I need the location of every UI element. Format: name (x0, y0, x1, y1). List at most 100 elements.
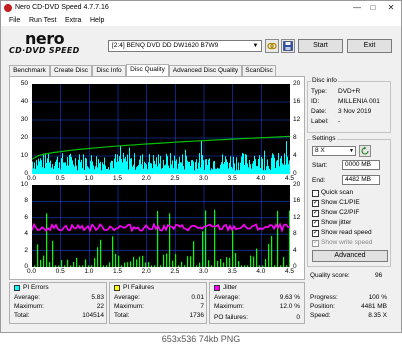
tab-disc-quality[interactable]: Disc Quality (126, 64, 169, 76)
pi-failure-bar (229, 257, 231, 267)
option-checkbox-5: ✓ Show write speed (312, 239, 382, 248)
pi-error-bar (119, 156, 120, 174)
tab-benchmark[interactable]: Benchmark (9, 65, 50, 76)
save-button[interactable] (281, 39, 295, 53)
pi-failure-bar (133, 256, 135, 267)
close-button[interactable]: ✕ (383, 2, 399, 14)
tab-advanced-disc-quality[interactable]: Advanced Disc Quality (169, 65, 242, 76)
pi-error-bar (225, 156, 226, 174)
menu-run-test[interactable]: Run Test (29, 17, 57, 24)
option-label: Show write speed (321, 239, 373, 246)
drive-select[interactable]: [2:4] BENQ DVD DD DW1620 B7W9 ▼ (108, 40, 262, 52)
pi-error-bar (90, 160, 91, 174)
disc-label-label: Label: (311, 118, 329, 125)
app-window: Nero CD-DVD Speed 4.7.7.16 — □ ✕ File Ru… (0, 0, 402, 333)
menu-file[interactable]: File (9, 17, 20, 24)
pi-error-bar (224, 162, 225, 174)
y-right-tick-label: 16 (293, 197, 301, 205)
pi-error-bar (121, 158, 122, 174)
tab-disc-info[interactable]: Disc Info (92, 65, 126, 76)
pi-error-bar (154, 160, 155, 174)
pi-error-bar (70, 153, 71, 174)
option-checkbox-1[interactable]: ✓ Show C1/PIE (312, 199, 382, 208)
x-tick-label: 2.0 (141, 268, 151, 275)
y-left-tick-label: 30 (20, 116, 28, 123)
image-caption: 653x536 74kb PNG (0, 333, 402, 345)
start-input[interactable]: 0000 MB (342, 160, 380, 170)
maximize-button[interactable]: □ (365, 2, 381, 14)
pi-failure-bar (112, 236, 114, 267)
pi-error-bar (263, 170, 264, 174)
pi-error-bar (76, 165, 77, 174)
pi-error-bar (219, 168, 220, 174)
pi-error-bar (228, 168, 229, 174)
pi-failure-bar (55, 265, 57, 267)
pi-failure-bar (64, 265, 66, 267)
pi-failure-bar (154, 265, 156, 267)
refresh-speed-button[interactable] (359, 145, 371, 157)
pi-error-bar (87, 166, 88, 174)
title-bar: Nero CD-DVD Speed 4.7.7.16 — □ ✕ (1, 1, 401, 15)
pi-error-bar (74, 166, 75, 174)
pi-error-bar (126, 161, 127, 174)
minimize-button[interactable]: — (349, 2, 365, 14)
po-failures-label: PO failures: (214, 314, 248, 321)
advanced-button[interactable]: Advanced (312, 250, 388, 262)
pi-failure-bar (52, 240, 54, 267)
pi-error-bar (203, 160, 204, 174)
pi-failures-maximum-value: 7 (200, 303, 204, 310)
pi-failure-bar (103, 265, 105, 267)
pi-error-bar (135, 169, 136, 174)
pi-error-bar (116, 162, 117, 174)
pi-error-bar (101, 170, 102, 174)
pi-error-bar (54, 166, 55, 174)
pi-error-bar (156, 157, 157, 174)
floppy-disk-icon (283, 41, 293, 51)
start-label: Start: (312, 162, 328, 169)
pi-error-bar (158, 154, 159, 174)
drive-select-value: [2:4] BENQ DVD DD DW1620 B7W9 (112, 42, 219, 49)
menu-extra[interactable]: Extra (65, 17, 81, 24)
start-button[interactable]: Start (298, 39, 343, 53)
pi-failure-bar (187, 256, 189, 267)
refresh-drive-button[interactable] (265, 39, 279, 53)
pi-error-bar (32, 161, 33, 174)
pi-error-bar (112, 160, 113, 174)
exit-button[interactable]: Exit (347, 39, 392, 53)
pi-failure-bar (277, 210, 279, 267)
pi-error-bar (198, 162, 199, 174)
pi-failure-bar (49, 262, 51, 267)
option-checkbox-0[interactable]: Quick scan (312, 189, 382, 198)
pi-error-bar (196, 159, 197, 174)
pi-error-bar (114, 158, 115, 174)
checkmark-icon: ✓ (312, 240, 319, 247)
speed-select[interactable]: 8 X ▼ (312, 146, 356, 156)
tab-scandisc[interactable]: ScanDisc (242, 65, 276, 76)
tab-create-disc[interactable]: Create Disc (50, 65, 92, 76)
option-checkbox-2[interactable]: ✓ Show C2/PIF (312, 209, 382, 218)
end-input[interactable]: 4482 MB (342, 175, 380, 185)
menu-help[interactable]: Help (90, 17, 104, 24)
pi-error-bar (150, 163, 151, 174)
option-checkbox-4[interactable]: ✓ Show read speed (312, 229, 382, 238)
pi-error-bar (106, 169, 107, 174)
pi-failure-bar (166, 253, 168, 267)
y-right-tick-label: 4 (293, 246, 297, 254)
pi-failure-bar (136, 259, 138, 267)
pi-failure-bar (238, 261, 240, 267)
pi-error-bar (268, 165, 269, 174)
y-left-tick-label: 40 (20, 98, 28, 105)
pi-failures-maximum-label: Maximum: (114, 303, 144, 310)
pi-error-bar (252, 163, 253, 174)
pi-error-bar (209, 158, 210, 174)
pi-error-bar (280, 158, 281, 174)
pi-failure-bar (286, 265, 288, 267)
option-checkbox-3[interactable]: ✓ Show jitter (312, 219, 382, 228)
pi-error-bar (170, 153, 171, 174)
pi-error-bar (247, 163, 248, 174)
pi-failure-bar (40, 259, 42, 267)
pi-error-bar (211, 168, 212, 174)
pi-error-bar (118, 161, 119, 174)
pi-failure-bar (91, 265, 93, 267)
pi-error-bar (251, 168, 252, 174)
